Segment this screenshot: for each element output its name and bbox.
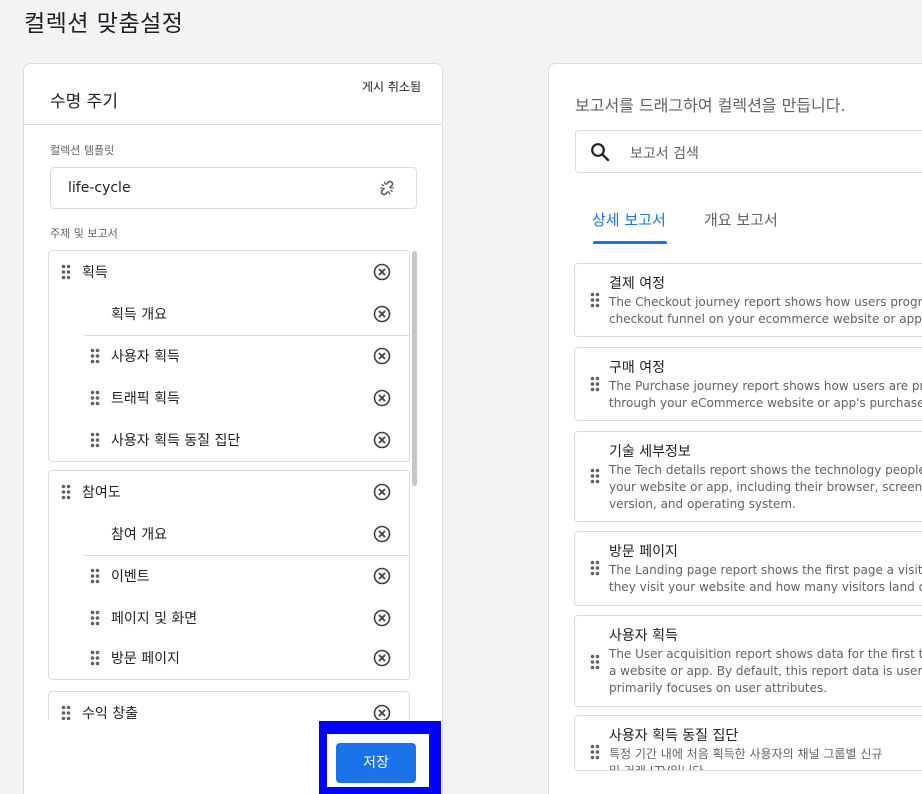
search-field[interactable]: 보고서 검색 [575,130,922,173]
topics-list: 획득 획득 개요 사용자 획득 트래픽 획득 사용자 획득 동질 집단 참여도 … [48,250,416,720]
report-card[interactable]: 사용자 획득 The User acquisition report shows… [574,615,922,707]
drag-handle-icon[interactable] [90,348,100,364]
report-item[interactable]: 사용자 획득 동질 집단 [49,419,411,461]
drag-handle-icon[interactable] [90,610,100,626]
topic-card-acquisition[interactable]: 획득 획득 개요 사용자 획득 트래픽 획득 사용자 획득 동질 집단 [48,250,410,462]
drag-handle-icon[interactable] [590,654,600,670]
report-name: 참여 개요 [111,527,167,543]
report-card-description: The User acquisition report shows data f… [609,647,922,695]
report-card-title: 기술 세부정보 [609,444,691,460]
report-name: 페이지 및 화면 [111,611,198,627]
drag-handle-icon[interactable] [61,484,71,500]
topic-header[interactable]: 참여도 [49,471,411,513]
drag-handle-icon[interactable] [590,560,600,576]
drag-handle-icon[interactable] [590,376,600,392]
drag-handle-icon[interactable] [90,390,100,406]
topics-scrollbar[interactable] [412,251,417,486]
drag-handle-icon[interactable] [590,292,600,308]
collection-editor-panel: 수명 주기 게시 취소됨 컬렉션 템플릿 life-cycle 주제 및 보고서… [23,63,443,794]
template-label: 컬렉션 템플릿 [50,144,115,157]
remove-icon[interactable] [373,649,391,667]
drag-handle-icon[interactable] [61,705,71,720]
remove-icon[interactable] [373,567,391,585]
remove-icon[interactable] [373,525,391,543]
report-card-description: The Purchase journey report shows how us… [609,379,922,410]
active-tab-indicator [593,241,667,244]
tab-detail-reports[interactable]: 상세 보고서 [592,209,666,230]
save-button[interactable]: 저장 [336,743,416,783]
report-name: 획득 개요 [111,307,167,323]
report-library-panel: 보고서를 드래그하여 컬렉션을 만듭니다. 보고서 검색 상세 보고서 개요 보… [548,63,922,794]
report-item[interactable]: 이벤트 [49,555,411,597]
report-name: 트래픽 획득 [111,391,180,407]
report-card-title: 결제 여정 [609,276,665,292]
tab-overview-reports[interactable]: 개요 보고서 [704,209,778,230]
library-title: 보고서를 드래그하여 컬렉션을 만듭니다. [575,96,846,115]
report-card[interactable]: 결제 여정 The Checkout journey report shows … [574,263,922,337]
topic-header[interactable]: 수익 창출 [49,692,411,720]
drag-handle-icon[interactable] [90,650,100,666]
search-icon [591,143,610,162]
remove-icon[interactable] [373,483,391,501]
report-card[interactable]: 기술 세부정보 The Tech details report shows th… [574,431,922,522]
publish-status: 게시 취소됨 [362,80,422,94]
collection-header: 수명 주기 게시 취소됨 [24,64,442,125]
report-card-description: The Checkout journey report shows how us… [609,295,922,326]
topics-label: 주제 및 보고서 [50,227,118,240]
topic-card-monetization[interactable]: 수익 창출 [48,691,410,720]
report-name: 방문 페이지 [111,651,180,667]
topic-name[interactable]: 획득 [82,262,108,282]
remove-icon[interactable] [373,389,391,407]
report-item[interactable]: 획득 개요 [49,293,411,335]
collection-name[interactable]: 수명 주기 [50,87,118,112]
report-card[interactable]: 방문 페이지 The Landing page report shows the… [574,531,922,606]
remove-icon[interactable] [373,704,391,720]
remove-icon[interactable] [373,347,391,365]
page-title: 컬렉션 맞춤설정 [24,11,184,37]
report-item[interactable]: 참여 개요 [49,513,411,555]
report-card-title: 구매 여정 [609,360,665,376]
topic-name[interactable]: 수익 창출 [82,703,138,720]
topic-name[interactable]: 참여도 [82,482,121,502]
template-value: life-cycle [68,180,131,196]
template-field: life-cycle [50,167,417,209]
drag-handle-icon[interactable] [590,468,600,484]
topic-card-engagement[interactable]: 참여도 참여 개요 이벤트 페이지 및 화면 방문 페이지 [48,470,410,680]
report-item[interactable]: 페이지 및 화면 [49,597,411,639]
unlink-template-icon[interactable] [377,178,397,198]
report-card-title: 사용자 획득 [609,628,678,644]
report-card-description: The Tech details report shows the techno… [609,463,922,511]
topic-header[interactable]: 획득 [49,251,411,293]
report-name: 사용자 획득 동질 집단 [111,433,241,449]
report-card[interactable]: 사용자 획득 동질 집단 특정 기간 내에 처음 획득한 사용자의 채널 그룹별… [574,715,922,771]
report-item[interactable]: 사용자 획득 [49,335,411,377]
report-item[interactable]: 트래픽 획득 [49,377,411,419]
report-card-description: 특정 기간 내에 처음 획득한 사용자의 채널 그룹별 신규 및 거래 LTV입… [609,747,883,771]
report-item[interactable]: 방문 페이지 [49,637,411,679]
report-card-title: 방문 페이지 [609,544,678,560]
drag-handle-icon[interactable] [90,568,100,584]
remove-icon[interactable] [373,431,391,449]
remove-icon[interactable] [373,609,391,627]
search-input[interactable]: 보고서 검색 [630,143,699,163]
drag-handle-icon[interactable] [90,432,100,448]
report-name: 이벤트 [111,569,150,585]
report-card-description: The Landing page report shows the first … [609,563,922,594]
remove-icon[interactable] [373,263,391,281]
report-card-title: 사용자 획득 동질 집단 [609,728,739,744]
remove-icon[interactable] [373,305,391,323]
drag-handle-icon[interactable] [61,264,71,280]
report-card[interactable]: 구매 여정 The Purchase journey report shows … [574,347,922,421]
report-name: 사용자 획득 [111,349,180,365]
drag-handle-icon[interactable] [590,744,600,760]
